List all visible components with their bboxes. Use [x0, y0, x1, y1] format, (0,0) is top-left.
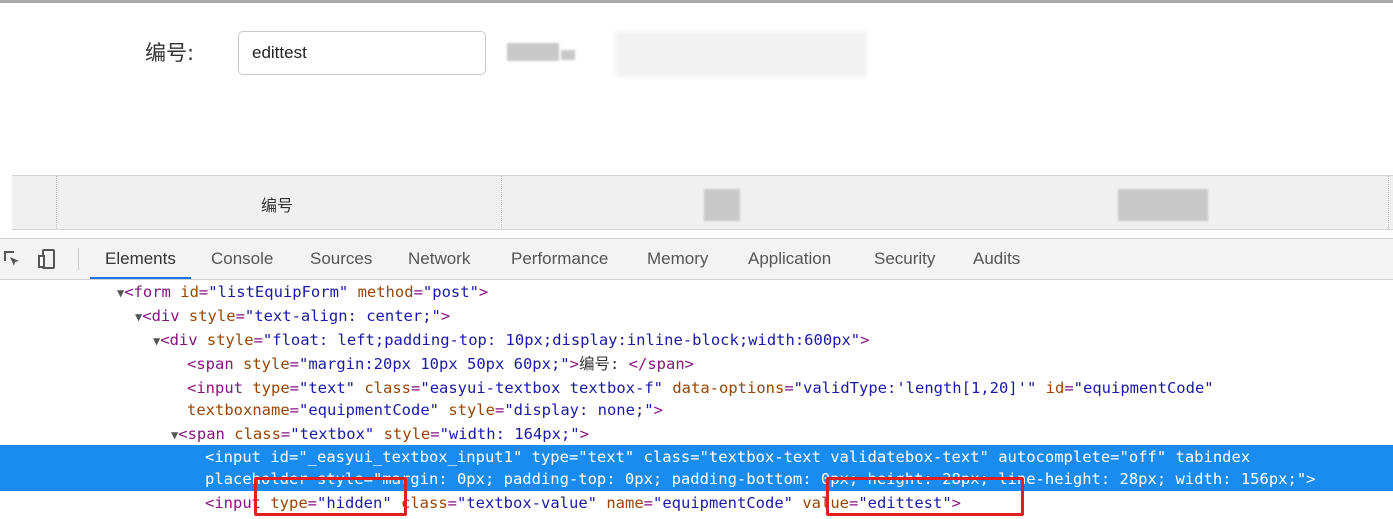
- dom-node-span-textbox[interactable]: ▼<span class="textbox" style="width: 164…: [171, 422, 589, 446]
- redacted-text: [561, 50, 575, 60]
- annotation-box-value: [826, 477, 1024, 516]
- top-border: [0, 0, 1393, 3]
- redacted-text: [507, 43, 559, 61]
- redacted-header: [1118, 189, 1208, 221]
- column-divider: [56, 176, 57, 229]
- inspect-element-icon[interactable]: [2, 249, 22, 269]
- tab-security[interactable]: Security: [874, 239, 935, 279]
- tab-network[interactable]: Network: [408, 239, 470, 279]
- code-label: 编号:: [145, 41, 195, 65]
- devtools-tab-bar: Elements Console Sources Network Perform…: [0, 239, 1393, 280]
- dom-node-input[interactable]: <input type="text" class="easyui-textbox…: [187, 376, 1214, 400]
- dom-node-form[interactable]: ▼<form id="listEquipForm" method="post">: [117, 280, 488, 304]
- dom-tree: ▼<form id="listEquipForm" method="post">…: [0, 280, 1393, 519]
- dom-node-span[interactable]: <span style="margin:20px 10px 50px 60px;…: [187, 352, 694, 376]
- selected-dom-node[interactable]: <input id="_easyui_textbox_input1" type=…: [0, 445, 1393, 491]
- tab-sources[interactable]: Sources: [310, 239, 372, 279]
- tab-performance[interactable]: Performance: [511, 239, 608, 279]
- tab-elements[interactable]: Elements: [90, 239, 191, 279]
- code-input[interactable]: [238, 31, 486, 75]
- tab-memory[interactable]: Memory: [647, 239, 708, 279]
- redacted-field: [615, 31, 867, 77]
- toolbar-divider: [78, 248, 79, 270]
- column-divider: [1388, 176, 1389, 229]
- tab-application[interactable]: Application: [748, 239, 831, 279]
- tab-audits[interactable]: Audits: [973, 239, 1020, 279]
- devtools-panel: Elements Console Sources Network Perform…: [0, 238, 1393, 519]
- dom-node-input-cont[interactable]: textboxname="equipmentCode" style="displ…: [187, 398, 663, 422]
- column-header-code: 编号: [261, 196, 294, 215]
- tab-console[interactable]: Console: [211, 239, 273, 279]
- dom-node-div[interactable]: ▼<div style="float: left;padding-top: 10…: [153, 328, 869, 352]
- device-toolbar-icon[interactable]: [38, 249, 58, 269]
- annotation-box-type-hidden: [254, 477, 407, 516]
- selected-node-line-1: <input id="_easyui_textbox_input1" type=…: [205, 448, 1251, 466]
- redacted-header: [704, 189, 740, 221]
- column-divider: [501, 176, 502, 229]
- dom-node-div[interactable]: ▼<div style="text-align: center;">: [135, 304, 450, 328]
- data-grid-header: 编号: [12, 175, 1393, 230]
